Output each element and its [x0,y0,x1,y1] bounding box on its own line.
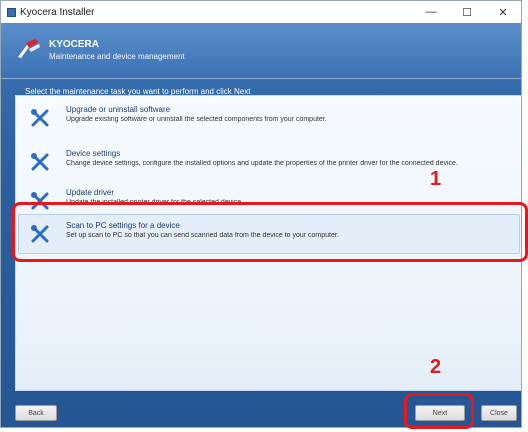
callout-number-1: 1 [430,168,442,190]
cancel-button[interactable]: Close [481,405,517,421]
option-title: Update driver [66,188,115,197]
tools-icon [30,152,49,171]
callout-number-2: 2 [430,356,442,378]
app-icon [7,7,16,17]
back-button[interactable]: Back [15,405,57,421]
option-title: Upgrade or uninstall software [66,105,171,114]
maximize-button[interactable]: ☐ [449,1,485,23]
window-title: Kyocera Installer [20,6,95,18]
tools-icon [30,108,49,127]
title-bar: Kyocera Installer — ☐ ✕ [1,1,521,23]
option-device-settings[interactable]: Device settings Change device settings, … [16,140,521,184]
installer-header: KYOCERA Maintenance and device managemen… [1,23,521,78]
close-button[interactable]: ✕ [485,1,521,23]
option-description: Change device settings, configure the in… [66,160,458,167]
header-subtitle: Maintenance and device management [49,52,185,61]
option-title: Device settings [66,149,121,158]
header-title: KYOCERA [49,39,100,50]
header-divider [1,78,521,79]
callout-highlight-option [12,202,528,262]
option-upgrade-uninstall[interactable]: Upgrade or uninstall software Upgrade ex… [16,96,521,140]
minimize-button[interactable]: — [413,1,449,23]
option-description: Upgrade existing software or uninstall t… [66,116,327,123]
callout-highlight-next [404,393,474,429]
logo-icon [18,39,40,58]
